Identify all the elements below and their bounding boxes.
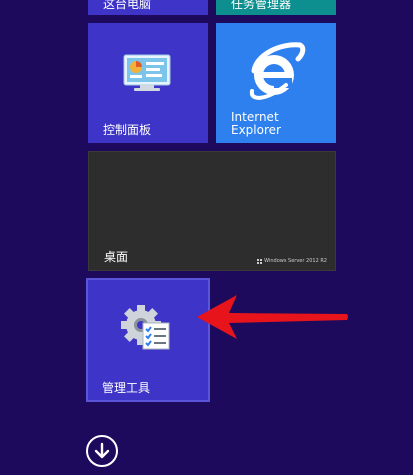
- admin-tools-icon: [121, 305, 173, 357]
- tile-label-this-pc: 这台电脑: [103, 0, 152, 11]
- tile-label-admin-tools: 管理工具: [102, 381, 151, 395]
- internet-explorer-icon: [246, 41, 306, 107]
- control-panel-icon: [122, 53, 174, 97]
- tile-this-pc[interactable]: 这台电脑: [88, 0, 208, 15]
- tile-label-control-panel: 控制面板: [103, 123, 152, 137]
- tile-label-desktop: 桌面: [104, 250, 129, 264]
- windows-server-brand-text: Windows Server 2012 R2: [264, 258, 327, 264]
- windows-logo-icon: [257, 258, 263, 264]
- tile-task-manager[interactable]: 任务管理器: [216, 0, 336, 15]
- down-arrow-circle-icon: [94, 442, 110, 459]
- tile-label-internet-explorer: Internet Explorer: [231, 110, 281, 137]
- windows-server-brand: Windows Server 2012 R2: [257, 258, 327, 264]
- tile-admin-tools[interactable]: 管理工具: [86, 278, 210, 402]
- red-arrow-annotation: [195, 293, 350, 345]
- all-apps-down-button[interactable]: [86, 435, 118, 467]
- tile-internet-explorer[interactable]: Internet Explorer: [216, 23, 336, 143]
- tile-desktop[interactable]: 桌面 Windows Server 2012 R2: [88, 151, 336, 271]
- tile-control-panel[interactable]: 控制面板: [88, 23, 208, 143]
- tile-label-task-manager: 任务管理器: [231, 0, 292, 11]
